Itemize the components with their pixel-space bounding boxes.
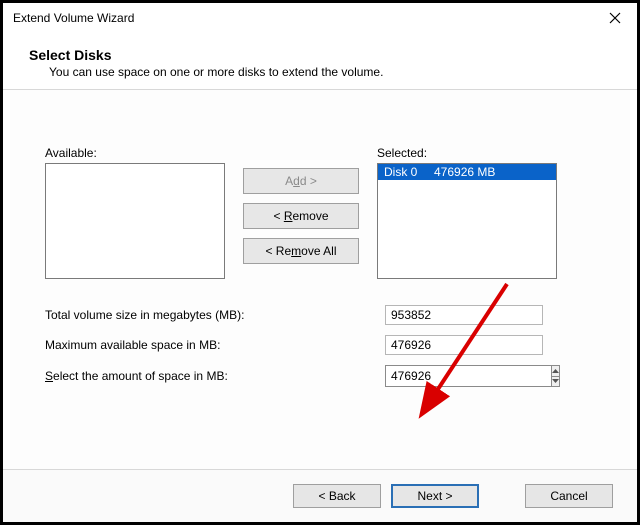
total-size-label: Total volume size in megabytes (MB): xyxy=(45,308,385,322)
space-spinner xyxy=(385,365,543,387)
remove-button[interactable]: < Remove xyxy=(243,203,359,229)
window-title: Extend Volume Wizard xyxy=(13,11,593,25)
back-button[interactable]: < Back xyxy=(293,484,381,508)
available-column: Available: xyxy=(45,146,225,279)
remove-all-button[interactable]: < Remove All xyxy=(243,238,359,264)
close-icon xyxy=(609,12,621,24)
selected-label: Selected: xyxy=(377,146,557,160)
wizard-footer: < Back Next > Cancel xyxy=(3,469,637,522)
spinner-down-button[interactable] xyxy=(551,377,560,388)
selected-column: Selected: Disk 0 476926 MB xyxy=(377,146,557,279)
page-title: Select Disks xyxy=(29,47,611,63)
space-input[interactable] xyxy=(385,365,551,387)
wizard-window: Extend Volume Wizard Select Disks You ca… xyxy=(0,0,640,525)
wizard-content: Available: Add > < Remove < Remove All S… xyxy=(3,90,637,469)
max-space-value: 476926 xyxy=(385,335,543,355)
close-button[interactable] xyxy=(593,3,637,33)
available-label: Available: xyxy=(45,146,225,160)
wizard-header: Select Disks You can use space on one or… xyxy=(3,33,637,89)
titlebar: Extend Volume Wizard xyxy=(3,3,637,33)
add-button[interactable]: Add > xyxy=(243,168,359,194)
page-subtitle: You can use space on one or more disks t… xyxy=(29,65,611,79)
transfer-button-column: Add > < Remove < Remove All xyxy=(243,168,359,264)
available-listbox[interactable] xyxy=(45,163,225,279)
next-button[interactable]: Next > xyxy=(391,484,479,508)
list-item[interactable]: Disk 0 476926 MB xyxy=(378,164,556,180)
chevron-down-icon xyxy=(552,379,559,383)
chevron-up-icon xyxy=(552,369,559,373)
total-size-value: 953852 xyxy=(385,305,543,325)
selected-listbox[interactable]: Disk 0 476926 MB xyxy=(377,163,557,279)
spinner-up-button[interactable] xyxy=(551,365,560,377)
select-space-label: Select the amount of space in MB: xyxy=(45,369,385,383)
cancel-button[interactable]: Cancel xyxy=(525,484,613,508)
max-space-label: Maximum available space in MB: xyxy=(45,338,385,352)
